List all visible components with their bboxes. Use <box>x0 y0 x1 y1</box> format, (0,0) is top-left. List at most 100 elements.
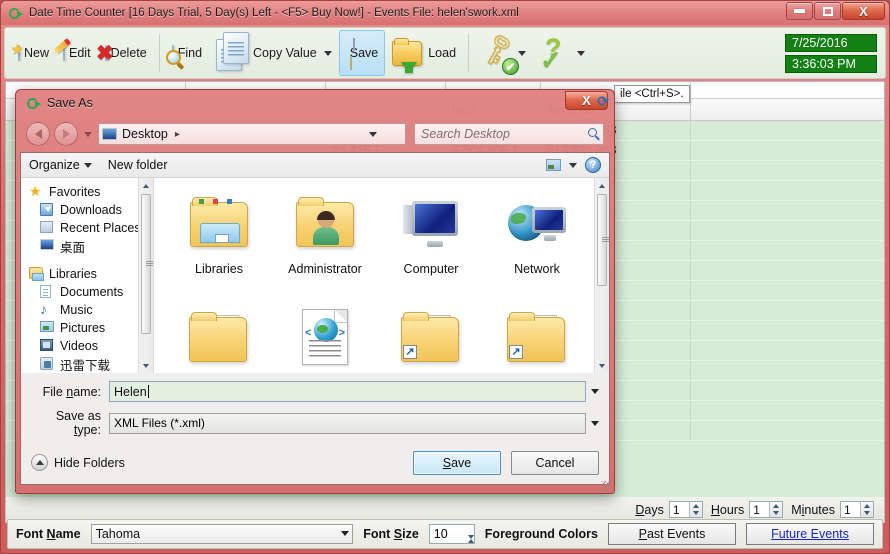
cancel-button[interactable]: Cancel <box>511 450 599 475</box>
place-item-8[interactable]: Pictures <box>21 319 153 337</box>
view-layout-icon[interactable] <box>546 159 561 171</box>
file-item[interactable]: ↗Books <box>484 299 590 373</box>
address-bar[interactable]: Desktop ▸ <box>98 123 406 145</box>
navigation-pane: ★ Favorites Downloads Recent Places 桌面 Librar… <box>21 178 154 373</box>
toolbar-copy-value-button[interactable]: Copy Value <box>209 30 339 76</box>
font-size-arrows[interactable] <box>467 525 474 553</box>
address-chevron-down-icon[interactable] <box>369 132 377 137</box>
dialog-resize-grip[interactable] <box>601 481 611 491</box>
days-down-arrow[interactable] <box>690 510 702 518</box>
breadcrumb-chevron-icon[interactable]: ▸ <box>175 129 180 140</box>
days-up-arrow[interactable] <box>690 502 702 510</box>
minutes-up-arrow[interactable] <box>861 502 873 510</box>
maximize-button[interactable] <box>814 2 841 20</box>
place-item-7[interactable]: ♪ Music <box>21 301 153 319</box>
desktop-monitor-icon <box>40 239 55 253</box>
help-icon[interactable]: ? <box>585 157 601 173</box>
past-events-button[interactable]: Past Events <box>608 523 736 545</box>
font-size-stepper[interactable]: 10 <box>428 524 475 553</box>
minutes-arrows[interactable] <box>860 502 873 517</box>
hours-value[interactable]: 1 <box>750 502 769 517</box>
file-scroll-thumb[interactable] <box>597 194 609 286</box>
toolbar-register-button[interactable]: 🗝 ✔ <box>474 30 533 76</box>
days-value[interactable]: 1 <box>670 502 689 517</box>
place-item-3[interactable]: 桌面 <box>21 237 153 255</box>
hide-folders-button[interactable]: Hide Folders <box>31 454 125 471</box>
place-item-1[interactable]: Downloads <box>21 201 153 219</box>
toolbar-find-button[interactable]: Find <box>165 30 209 76</box>
user-folder-icon <box>272 186 378 262</box>
place-item-2[interactable]: Recent Places <box>21 219 153 237</box>
past-events-label: Past Events <box>638 527 706 541</box>
toolbar-edit-button[interactable]: Edit <box>54 30 98 76</box>
hours-stepper[interactable]: 1 <box>749 501 784 518</box>
days-arrows[interactable] <box>688 502 702 518</box>
nav-scroll-up-arrow[interactable] <box>139 178 154 193</box>
file-scroll-up-arrow[interactable] <box>595 178 610 193</box>
forward-button[interactable] <box>54 122 78 146</box>
organize-menu-button[interactable]: Organize <box>29 158 92 172</box>
file-item[interactable]: <>201607 <box>272 299 378 373</box>
file-list-pane[interactable]: Libraries Administrator Computer Network wor… <box>154 178 609 373</box>
font-size-value[interactable]: 10 <box>430 525 468 543</box>
place-item-0[interactable]: ★ Favorites <box>21 183 153 201</box>
search-input[interactable]: Search Desktop <box>414 123 604 145</box>
save-as-title-bar: Save As X <box>20 90 610 116</box>
file-item[interactable]: work <box>166 299 272 373</box>
window-controls: X <box>786 2 885 20</box>
refresh-icon[interactable]: ⟳ <box>597 93 609 109</box>
file-name-chevron-down-icon[interactable] <box>591 389 599 394</box>
file-item[interactable]: Network <box>484 186 590 299</box>
save-button[interactable]: Save <box>413 450 501 475</box>
days-stepper[interactable]: 1 <box>668 501 703 518</box>
toolbar-delete-button[interactable]: ✖ Delete <box>96 30 154 76</box>
minutes-down-arrow[interactable] <box>861 510 873 518</box>
font-name-select[interactable]: Tahoma <box>90 524 354 544</box>
place-item-9[interactable]: Videos <box>21 337 153 355</box>
save-as-form: File name: Helen Save as type: XML Files… <box>21 373 609 444</box>
place-label: Videos <box>60 339 98 353</box>
file-name-value: Helen <box>114 384 147 399</box>
file-item[interactable]: Administrator <box>272 186 378 299</box>
toolbar-save-button[interactable]: Save <box>338 30 386 76</box>
nav-scroll-thumb[interactable] <box>141 194 153 334</box>
place-item-5[interactable]: Libraries <box>21 265 153 283</box>
address-current-folder[interactable]: Desktop <box>122 127 168 141</box>
folder-stack-icon <box>166 299 272 373</box>
font-name-chevron-down-icon[interactable] <box>341 531 350 536</box>
file-name-input[interactable]: Helen <box>109 381 586 402</box>
minutes-stepper[interactable]: 1 <box>840 501 874 518</box>
save-as-type-select[interactable]: XML Files (*.xml) <box>109 412 586 434</box>
navigation-pane-scrollbar[interactable] <box>138 178 153 373</box>
font-size-down-arrow[interactable] <box>467 535 474 553</box>
file-item[interactable]: Libraries <box>166 186 272 299</box>
file-scroll-down-arrow[interactable] <box>595 358 610 373</box>
view-chevron-down-icon[interactable] <box>569 162 577 168</box>
explorer-command-bar: Organize New folder ? <box>21 153 609 178</box>
future-events-button[interactable]: Future Events <box>746 523 874 545</box>
file-item[interactable]: Computer <box>378 186 484 299</box>
hours-up-arrow[interactable] <box>770 502 782 510</box>
minimize-button[interactable] <box>786 2 813 20</box>
new-folder-button[interactable]: New folder <box>108 158 168 172</box>
file-item[interactable]: ↗Articles <box>378 299 484 373</box>
register-chevron-down-icon[interactable] <box>518 50 527 56</box>
place-item-6[interactable]: Documents <box>21 283 153 301</box>
help-chevron-down-icon[interactable] <box>577 50 586 56</box>
toolbar-new-button[interactable]: ★ New <box>11 30 56 76</box>
file-pane-scrollbar[interactable] <box>594 178 609 373</box>
nav-scroll-down-arrow[interactable] <box>139 358 154 373</box>
copy-value-chevron-down-icon[interactable] <box>323 50 332 56</box>
toolbar-load-button[interactable]: Load <box>385 30 463 76</box>
hours-down-arrow[interactable] <box>770 510 782 518</box>
toolbar-help-button[interactable]: ? ✓ <box>533 30 592 76</box>
save-as-type-chevron-down-icon[interactable] <box>591 420 599 426</box>
title-bar: Date Time Counter [16 Days Trial, 5 Day(… <box>1 1 889 25</box>
place-item-10[interactable]: 迅雷下载 <box>21 355 153 373</box>
back-button[interactable] <box>26 122 50 146</box>
hours-arrows[interactable] <box>769 502 783 518</box>
minutes-value[interactable]: 1 <box>841 502 860 517</box>
recent-locations-chevron-down-icon[interactable] <box>84 131 92 137</box>
close-button[interactable]: X <box>842 2 885 20</box>
edit-pencil-icon <box>54 38 71 61</box>
